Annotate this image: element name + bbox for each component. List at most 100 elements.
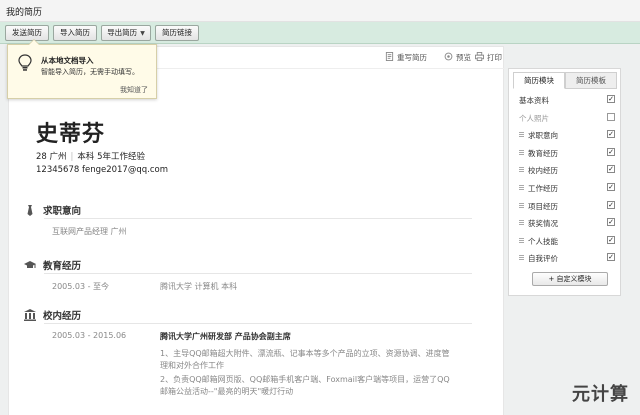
export-resume-label: 导出简历 [107,28,138,37]
panel-tabs: 简历模块 简历模板 [513,72,617,89]
module-item-checkbox[interactable]: ✓ [607,253,615,262]
tooltip-dismiss-link[interactable]: 我知道了 [120,85,148,95]
divider [44,218,472,219]
tooltip-body: 智能导入简历，无需手动填写。 [41,68,139,76]
tab-modules-label: 简历模块 [524,76,554,85]
module-item-checkbox[interactable] [607,112,615,121]
module-item[interactable]: 求职意向 ✓ [519,129,615,141]
rewrite-resume-label: 重写简历 [397,53,427,62]
graduation-cap-icon [24,261,36,268]
module-item[interactable]: 教育经历 ✓ [519,147,615,159]
import-resume-button[interactable]: 导入简历 [53,25,97,41]
module-item[interactable]: 个人照片 [519,112,615,124]
section-title-campus: 校内经历 [24,308,81,322]
drag-handle-icon[interactable] [519,237,524,243]
print-icon [475,52,484,61]
module-item[interactable]: 获奖情况 ✓ [519,217,615,229]
module-item-checkbox[interactable]: ✓ [607,218,615,227]
candidate-name: 史蒂芬 [36,122,106,147]
title-bar: 我的简历 [0,0,640,22]
preview-button[interactable]: 预览 [444,52,471,63]
print-label: 打印 [487,53,502,62]
phone: 12345678 [36,165,80,175]
intent-text: 互联网产品经理 广州 [52,227,127,236]
age: 28 [36,152,47,162]
resume-link-button[interactable]: 简历链接 [155,25,199,41]
separator: | [70,152,74,162]
module-item-label: 教育经历 [528,148,558,158]
building-icon [24,309,36,321]
campus-line: 邮箱公益活动--"最亮的明天"暖灯行动 [160,387,294,396]
module-item-label: 基本资料 [519,96,549,105]
send-resume-button[interactable]: 发送简历 [5,25,49,41]
module-item-label: 个人技能 [528,236,558,246]
module-item-checkbox[interactable]: ✓ [607,183,615,191]
city: 广州 [49,152,67,162]
degree: 本科 [77,152,95,162]
tab-templates[interactable]: 简历模板 [565,72,617,89]
education-school: 腾讯大学 计算机 本科 [160,282,238,291]
rewrite-resume-button[interactable]: 重写简历 [385,52,427,63]
module-item-label: 工作经历 [528,184,558,193]
import-resume-label: 导入简历 [60,28,90,37]
module-item-checkbox[interactable]: ✓ [607,130,615,139]
module-item-checkbox[interactable]: ✓ [607,200,615,209]
resume-link-label: 简历链接 [162,28,192,37]
campus-org: 腾讯大学广州研发部 产品协会副主席 [160,332,291,341]
module-item-label: 项目经历 [528,201,558,211]
module-item[interactable]: 校内经历 ✓ [519,164,615,176]
drag-handle-icon[interactable] [519,132,524,138]
campus-line: 2、负责QQ邮箱网页版、QQ邮箱手机客户端、Foxmail客户端等项目，运营了Q… [160,375,450,384]
intent-title: 求职意向 [43,206,82,217]
export-resume-button[interactable]: 导出简历 ▼ [101,25,151,41]
module-item[interactable]: 自我评价 ✓ [519,252,615,264]
module-item[interactable]: 项目经历 ✓ [519,200,615,212]
drag-handle-icon[interactable] [519,255,524,261]
preview-label: 预览 [456,53,471,62]
divider [44,323,472,324]
email: fenge2017@qq.com [81,165,168,175]
tooltip-arrow-fill [29,40,39,45]
campus-title: 校内经历 [43,311,82,322]
toolbar: 发送简历 导入简历 导出简历 ▼ 简历链接 [0,22,640,44]
document-icon [385,52,394,61]
experience-years: 5年工作经验 [97,152,146,162]
module-item-label: 自我评价 [528,254,558,264]
tab-templates-label: 简历模板 [576,76,606,85]
campus-period: 2005.03 - 2015.06 [52,331,127,340]
add-custom-module-button[interactable]: + 自定义模块 [532,272,608,286]
tab-modules[interactable]: 简历模块 [513,72,565,89]
drag-handle-icon[interactable] [519,149,524,155]
module-item-checkbox[interactable]: ✓ [607,147,615,156]
chevron-down-icon: ▼ [140,30,145,37]
section-title-education: 教育经历 [24,258,81,272]
watermark: 元计算 [572,384,629,405]
window-title: 我的简历 [6,8,43,18]
tie-icon [27,205,33,216]
campus-line: 理和对外合作工作 [160,361,224,370]
module-item-label: 求职意向 [528,131,558,141]
module-item-checkbox[interactable]: ✓ [607,95,615,103]
drag-handle-icon[interactable] [519,220,524,226]
module-item-checkbox[interactable]: ✓ [607,235,615,244]
module-item[interactable]: 个人技能 ✓ [519,235,615,247]
import-tooltip: 从本地文档导入 智能导入简历，无需手动填写。 我知道了 [7,39,157,99]
drag-handle-icon[interactable] [519,185,524,190]
module-item-checkbox[interactable]: ✓ [607,165,615,174]
education-period: 2005.03 - 至今 [52,282,110,291]
print-button[interactable]: 打印 [475,52,502,63]
preview-icon [444,52,453,61]
drag-handle-icon[interactable] [519,167,524,173]
section-title-intent: 求职意向 [24,203,81,217]
campus-line: 1、主导QQ邮箱超大附件、漂流瓶、记事本等多个产品的立项、资源协调、进度管 [160,349,450,358]
lightbulb-icon [18,54,32,71]
module-item-label: 获奖情况 [528,219,558,229]
send-resume-label: 发送简历 [12,28,42,37]
divider [44,273,472,274]
module-panel: 简历模块 简历模板 基本资料 ✓ 个人照片 求职意向 ✓ 教育经历 ✓ 校内经历 ✓ 工作经历 ✓ 项… [508,68,621,296]
module-item[interactable]: 基本资料 ✓ [519,94,615,106]
module-item[interactable]: 工作经历 ✓ [519,182,615,194]
education-title: 教育经历 [43,261,82,272]
basic-info-line: 28 广州 | 本科 5年工作经验 [36,150,145,162]
drag-handle-icon[interactable] [519,202,524,208]
